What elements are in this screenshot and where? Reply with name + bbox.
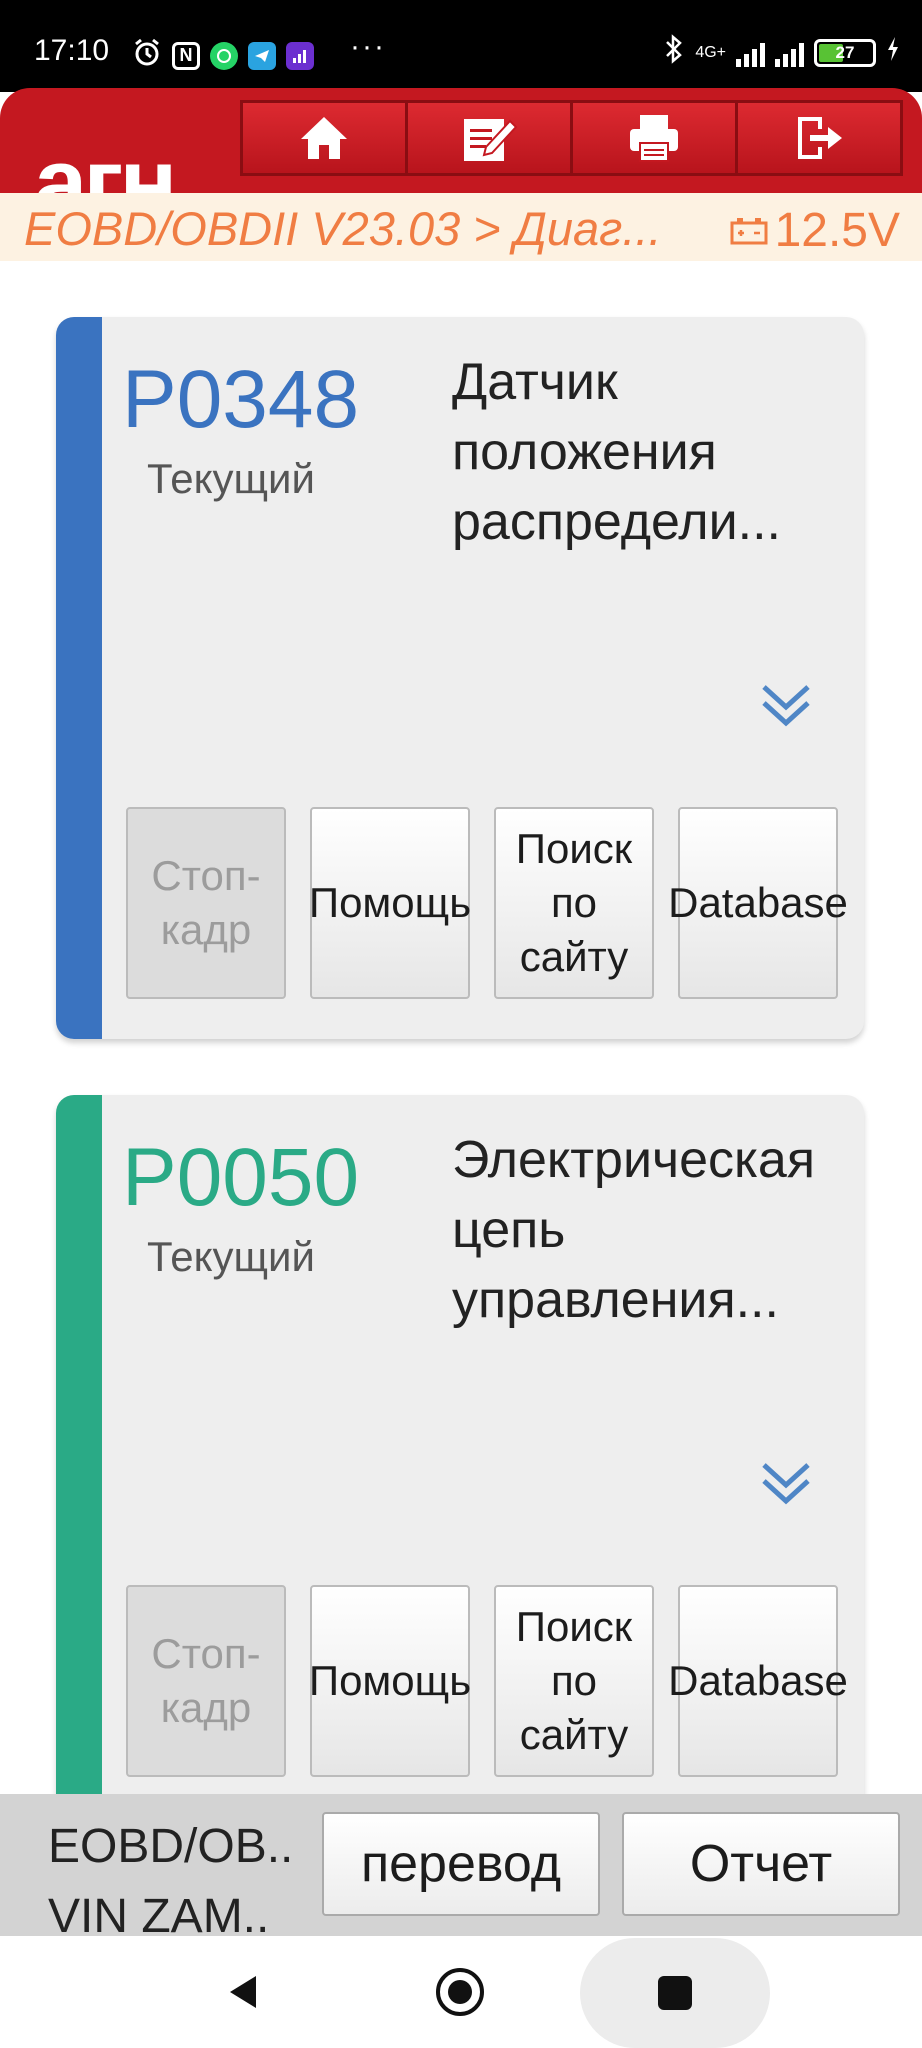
dtc-actions: Стоп-кадр Помощь Поиск по сайту Database — [126, 1585, 848, 1777]
expand-chevron-icon[interactable] — [758, 677, 814, 738]
signal-app-icon — [286, 41, 314, 70]
home-icon — [301, 117, 347, 159]
home-circle-icon — [436, 1968, 484, 2016]
toolbar — [240, 100, 903, 176]
web-search-button[interactable]: Поиск по сайту — [494, 1585, 654, 1777]
app-header: агн — [0, 88, 922, 193]
dtc-code: P0050 — [122, 1132, 360, 1223]
voltage-value: 12.5V — [774, 204, 900, 257]
signal-icon-2 — [775, 39, 804, 67]
edit-button[interactable] — [405, 100, 573, 176]
database-button[interactable]: Database — [668, 1585, 848, 1777]
web-search-button[interactable]: Поиск по сайту — [494, 807, 654, 999]
alarm-icon — [132, 38, 162, 73]
voltage-indicator: 12.5V — [729, 203, 900, 258]
battery-icon: 27 — [814, 38, 876, 67]
dtc-card: P0348 Текущий Датчик положения распредел… — [56, 317, 864, 1039]
breadcrumb-path: EOBD/OBDII V23.03 > Диаг... — [24, 202, 662, 255]
nfc-icon: N — [172, 41, 200, 70]
dtc-accent-bar — [56, 1095, 102, 1817]
freeze-frame-button: Стоп-кадр — [126, 807, 286, 999]
help-button[interactable]: Помощь — [309, 807, 471, 999]
signal-icon — [736, 39, 765, 67]
edit-icon — [464, 119, 518, 161]
more-icon: ··· — [350, 30, 386, 63]
home-nav-button[interactable] — [434, 1966, 486, 2023]
exit-button[interactable] — [735, 100, 903, 176]
exit-icon — [798, 117, 842, 159]
bottom-action-bar: EOBD/OB.. VIN ZAM.. перевод Отчет — [0, 1794, 922, 1943]
telegram-icon — [248, 41, 276, 70]
app-logo: агн — [34, 129, 177, 193]
recents-icon — [658, 1976, 692, 2010]
print-icon — [630, 115, 678, 162]
translate-button[interactable]: перевод — [322, 1812, 600, 1916]
freeze-frame-button: Стоп-кадр — [126, 1585, 286, 1777]
breadcrumb: EOBD/OBDII V23.03 > Диаг... 12.5V — [0, 193, 922, 261]
print-button[interactable] — [570, 100, 738, 176]
dtc-code: P0348 — [122, 354, 360, 445]
home-button[interactable] — [240, 100, 408, 176]
vehicle-info: EOBD/OB.. VIN ZAM.. — [48, 1812, 293, 1952]
dtc-accent-bar — [56, 317, 102, 1039]
dtc-card: P0050 Текущий Электрическая цепь управле… — [56, 1095, 864, 1817]
notification-icons: N — [132, 38, 314, 73]
bluetooth-icon — [663, 34, 685, 71]
help-button[interactable]: Помощь — [309, 1585, 471, 1777]
vehicle-info-line1: EOBD/OB.. — [48, 1820, 294, 1873]
dtc-status: Текущий — [147, 1233, 315, 1280]
database-button[interactable]: Database — [668, 807, 848, 999]
back-icon — [230, 1976, 256, 2008]
dtc-description: Датчик положения распредели... — [452, 353, 781, 551]
dtc-actions: Стоп-кадр Помощь Поиск по сайту Database — [126, 807, 848, 999]
system-nav-bar — [0, 1936, 922, 2048]
whatsapp-icon — [210, 41, 238, 70]
car-battery-icon — [730, 217, 768, 244]
recents-button[interactable] — [580, 1938, 770, 2048]
report-button[interactable]: Отчет — [622, 1812, 900, 1916]
status-bar: 17:10 N ··· 4G+ 27 — [0, 0, 922, 92]
charging-icon — [886, 36, 900, 69]
expand-chevron-icon[interactable] — [758, 1455, 814, 1516]
dtc-description: Электрическая цепь управления... — [452, 1131, 816, 1329]
back-button[interactable] — [224, 1972, 264, 2017]
network-type: 4G+ — [695, 43, 726, 61]
dtc-status: Текущий — [147, 455, 315, 502]
clock: 17:10 — [34, 34, 110, 67]
system-indicators: 4G+ 27 — [663, 34, 900, 71]
